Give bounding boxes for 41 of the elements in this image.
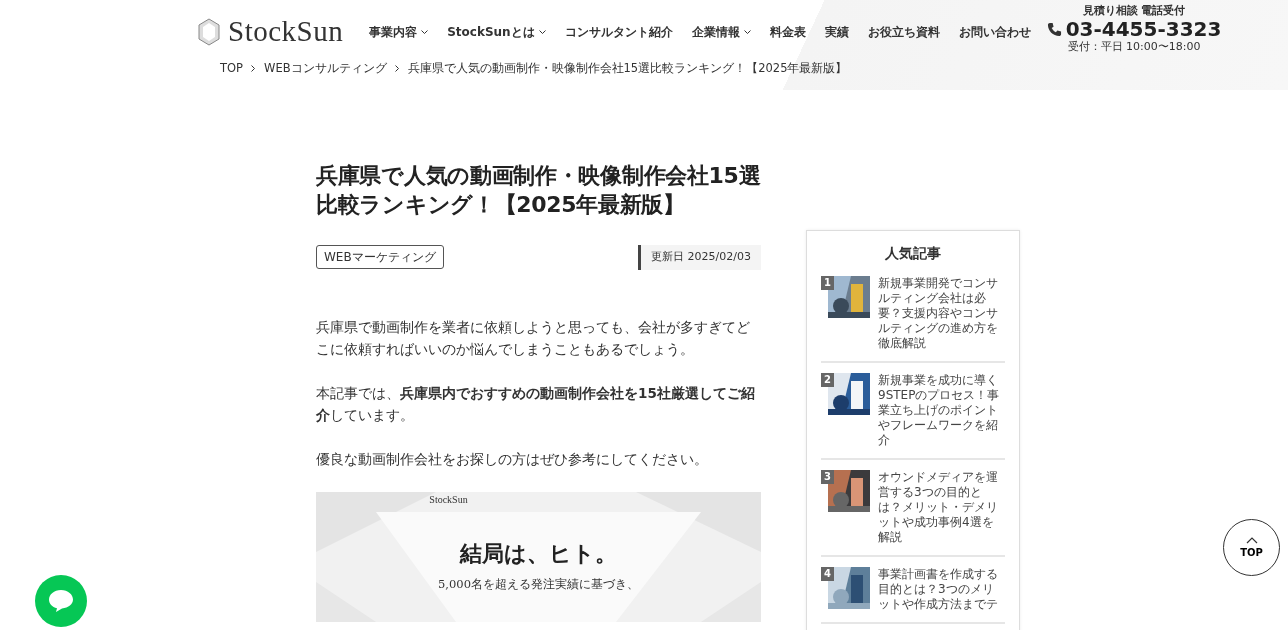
nav-link[interactable]: お問い合わせ [958,23,1031,41]
logo: StockSun [429,492,468,507]
rank-badge: 2 [821,373,834,387]
article-link[interactable]: 新規事業開発でコンサルティング会社は必要？支援内容やコンサルティングの進め方を徹底解説 [878,276,1005,351]
phone-icon [1046,21,1062,37]
chevron-icon [394,65,400,72]
chevron-up-icon [1245,537,1258,544]
business-hours: 受付：平日 10:00〜18:00 [1067,39,1201,55]
nav-link[interactable]: StockSunとは [447,23,535,41]
phone-number[interactable]: 03-4455-3323 [1065,19,1222,39]
subline: 5,000名を超える発注実績に基づき、 [438,575,639,593]
chat-bubble-icon [48,589,74,613]
article-link[interactable]: 新規事業を成功に導く9STEPのプロセス！事業立ち上げのポイントやフレームワークを紹介 [878,373,1005,448]
sidebar-title: 人気記事 [884,244,942,263]
logo: StockSun [228,14,344,50]
rank-badge: 3 [821,470,834,484]
article-link[interactable]: 事業計画書を作成する目的とは？3つのメリットや作成方法までテ [878,567,1005,612]
paragraph: 兵庫県で動画制作を業者に依頼しようと思っても、会社が多すぎてどこに依頼すればいいのか悩んでしまうこともあるでしょう。 [316,317,751,359]
nav-link[interactable]: お役立ち資料 [867,23,940,41]
updated-date: 更新日 2025/02/03 [638,245,761,270]
breadcrumb-current: 兵庫県で人気の動画制作・映像制作会社15選比較ランキング！【2025年最新版】 [407,61,848,75]
chat-button[interactable] [35,575,87,627]
logo-icon [198,18,220,46]
article-title: 兵庫県で人気の動画制作・映像制作会社15選比較ランキング！【2025年最新版】 [316,162,761,219]
nav-link[interactable]: コンサルタント紹介 [564,23,673,41]
paragraph: 本記事では、兵庫県内でおすすめの動画制作会社を15社厳選してご紹介しています。 [316,383,756,425]
rank-badge: 1 [821,276,834,290]
paragraph: 優良な動画制作会社をお探しの方はぜひ参考にしてください。 [316,449,709,469]
article-link[interactable]: オウンドメディアを運営する3つの目的とは？メリット・デメリットや成功事例4選を解説 [878,470,1005,545]
headline: 結局は、ヒト。 [460,538,617,568]
breadcrumb-link[interactable]: TOP [220,61,243,75]
nav-link[interactable]: 実績 [824,23,849,41]
contact-caption: 見積り相談 電話受付 [1082,2,1186,19]
nav-link[interactable]: 企業情報 [691,23,740,41]
category-tag[interactable]: WEBマーケティング [316,245,444,270]
breadcrumb-link[interactable]: WEBコンサルティング [264,61,387,75]
nav-link[interactable]: 料金表 [769,23,806,41]
nav-link[interactable]: 事業内容 [369,23,418,41]
rank-badge: 4 [821,567,834,581]
back-to-top-button[interactable]: TOP [1223,519,1280,576]
chevron-icon [251,65,256,72]
